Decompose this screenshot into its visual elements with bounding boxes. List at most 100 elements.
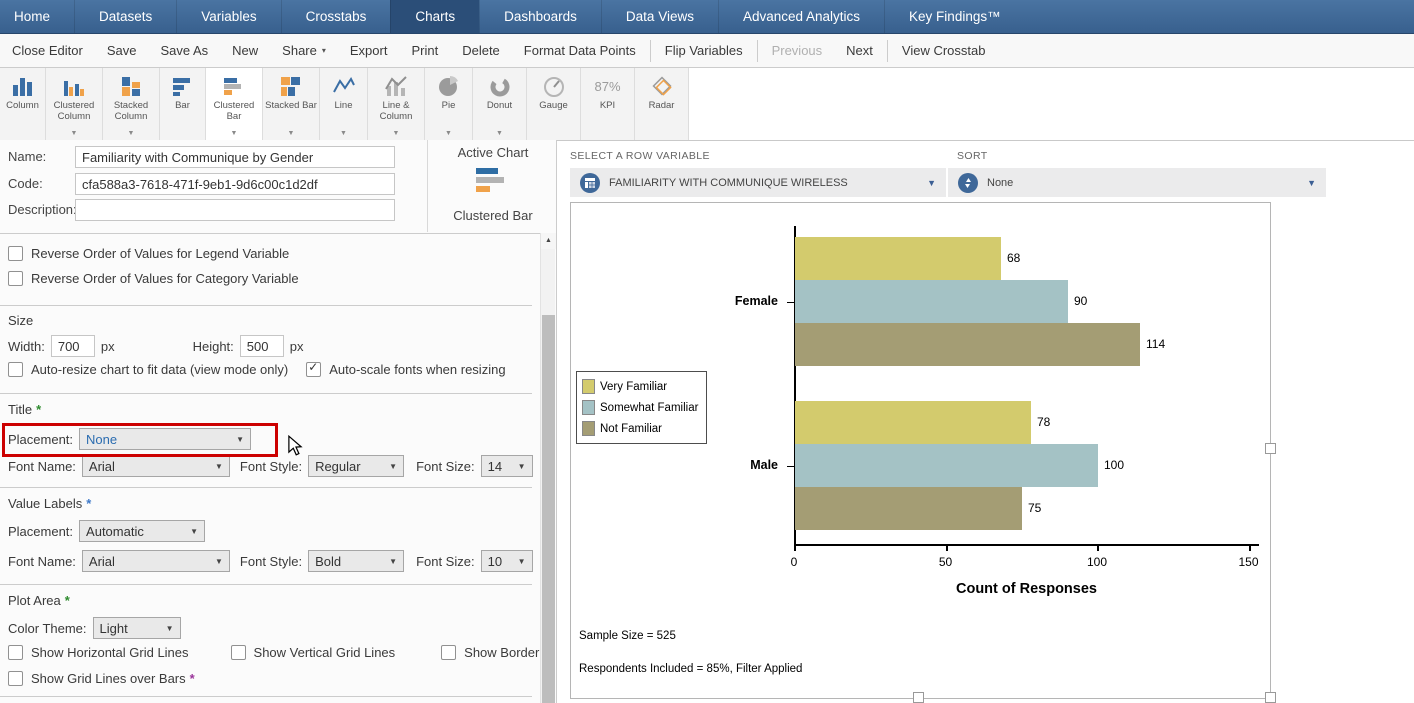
nav-tab-charts[interactable]: Charts [390, 0, 480, 33]
nav-tab-data-views[interactable]: Data Views [600, 0, 718, 33]
width-field[interactable] [50, 335, 95, 357]
show-horizontal-grid-label: Show Horizontal Grid Lines [31, 645, 189, 660]
gauge-chart-type-button[interactable]: Gauge [527, 68, 581, 140]
value-labels-font-row: Font Name: Arial ▼ Font Style: Bold ▼ Fo… [8, 550, 533, 572]
clustered-column-chart-type-button[interactable]: Clustered Column ▼ [46, 68, 103, 140]
chart-identity-form: Name: Code: Description: Active Chart Cl… [0, 140, 557, 234]
options-scrollbar[interactable]: ▲ [540, 233, 556, 703]
pie-chart-type-button[interactable]: Pie ▼ [425, 68, 473, 140]
resize-handle-bottom[interactable] [913, 692, 924, 703]
reverse-category-row: Reverse Order of Values for Category Var… [8, 271, 299, 286]
clustered-bar-chart-type-button[interactable]: Clustered Bar ▼ [206, 68, 263, 140]
menu-separator [886, 39, 888, 62]
auto-scale-fonts-checkbox[interactable] [306, 360, 322, 377]
scrollbar-thumb[interactable] [542, 315, 555, 703]
menu-item-new[interactable]: New [220, 34, 270, 67]
chart-canvas[interactable]: 68 90 114 Female 78 100 75 Male 0 50 100 150 Count o… [570, 202, 1271, 699]
height-unit: px [289, 338, 304, 354]
chart-type-label: Stacked Bar [265, 100, 317, 111]
auto-resize-row: Auto-resize chart to fit data (view mode… [8, 360, 506, 377]
nav-tab-key-findings[interactable]: Key Findings™ [884, 0, 1025, 33]
respondents-note: Respondents Included = 85%, Filter Appli… [579, 663, 803, 675]
line-chart-type-button[interactable]: Line ▼ [320, 68, 368, 140]
vl-font-name-select[interactable]: Arial ▼ [81, 550, 230, 572]
category-label-male: Male [750, 457, 778, 472]
line-column-icon [384, 73, 408, 99]
menu-item-export[interactable]: Export [338, 34, 400, 67]
height-field[interactable] [239, 335, 284, 357]
show-vertical-grid-checkbox[interactable] [230, 645, 246, 660]
menu-item-delete[interactable]: Delete [450, 34, 512, 67]
legend-swatch [582, 421, 595, 436]
menu-item-share[interactable]: Share ▾ [270, 34, 338, 67]
chevron-down-icon: ▼ [496, 130, 503, 137]
clustered-bar-chart: 68 90 114 Female 78 100 75 Male 0 50 100 150 Count o… [571, 203, 1270, 698]
sort-arrows-icon [958, 172, 978, 193]
value-label: 114 [1146, 337, 1166, 351]
nav-tab-datasets[interactable]: Datasets [74, 0, 176, 33]
resize-handle-bottom-right[interactable] [1265, 692, 1276, 703]
sample-size-note: Sample Size = 525 [579, 630, 676, 642]
color-theme-select[interactable]: Light ▼ [92, 617, 181, 639]
show-grid-over-bars-checkbox[interactable] [8, 671, 23, 686]
value-labels-placement-row: Placement: Automatic ▼ [8, 520, 206, 542]
auto-resize-checkbox[interactable] [8, 362, 23, 377]
line-column-chart-type-button[interactable]: Line & Column ▼ [368, 68, 425, 140]
bar-chart-type-button[interactable]: Bar [160, 68, 206, 140]
menu-item-save-as[interactable]: Save As [148, 34, 220, 67]
name-field[interactable] [75, 146, 395, 168]
vl-font-style-select[interactable]: Bold ▼ [308, 550, 405, 572]
size-row: Width: px Height: px [8, 335, 304, 357]
nav-tab-variables[interactable]: Variables [176, 0, 280, 33]
menu-item-close-editor[interactable]: Close Editor [0, 34, 95, 67]
title-font-size-select[interactable]: 14 ▼ [480, 455, 533, 477]
color-theme-label: Color Theme: [8, 620, 87, 636]
donut-chart-type-button[interactable]: Donut ▼ [473, 68, 527, 140]
chart-type-label: Gauge [539, 100, 568, 111]
menu-item-label: Save [106, 43, 137, 58]
chevron-down-icon: ▼ [389, 461, 398, 471]
stacked-column-chart-type-button[interactable]: Stacked Column ▼ [103, 68, 160, 140]
title-font-name-select[interactable]: Arial ▼ [81, 455, 230, 477]
reverse-legend-checkbox[interactable] [8, 246, 23, 261]
menu-item-label: Share [282, 43, 317, 58]
chevron-down-icon: ▾ [321, 46, 326, 55]
sort-dropdown[interactable]: None ▼ [948, 168, 1326, 197]
scroll-up-arrow-icon[interactable]: ▲ [541, 233, 556, 249]
chevron-down-icon: ▼ [392, 130, 400, 137]
row-variable-dropdown[interactable]: FAMILIARITY WITH COMMUNIQUE WIRELESS ▼ [570, 168, 946, 197]
show-horizontal-grid-checkbox[interactable] [8, 645, 23, 660]
menu-item-next[interactable]: Next [834, 34, 885, 67]
width-unit: px [100, 338, 115, 354]
chart-type-label: Column [6, 100, 39, 111]
kpi-chart-type-button[interactable]: 87% KPI [581, 68, 635, 140]
chart-type-label: Pie [441, 100, 456, 111]
menu-item-view-crosstab[interactable]: View Crosstab [890, 34, 998, 67]
size-heading: Size [8, 313, 34, 328]
title-font-style-select[interactable]: Regular ▼ [308, 455, 405, 477]
menu-item-format-data-points[interactable]: Format Data Points [512, 34, 648, 67]
nav-tab-advanced-analytics[interactable]: Advanced Analytics [717, 0, 884, 33]
nav-tab-home[interactable]: Home [0, 0, 74, 33]
nav-tab-crosstabs[interactable]: Crosstabs [280, 0, 391, 33]
bar-female-somewhat-familiar [795, 280, 1068, 323]
name-label: Name: [8, 149, 47, 164]
reverse-category-checkbox[interactable] [8, 271, 23, 286]
description-field[interactable] [75, 199, 395, 221]
value-labels-placement-select[interactable]: Automatic ▼ [79, 520, 206, 542]
show-border-checkbox[interactable] [441, 645, 457, 660]
stacked-bar-chart-type-button[interactable]: Stacked Bar ▼ [263, 68, 320, 140]
bar-female-very-familiar [795, 237, 1001, 280]
menu-item-label: Save As [160, 43, 209, 58]
nav-tab-dashboards[interactable]: Dashboards [479, 0, 601, 33]
menu-item-flip-variables[interactable]: Flip Variables [653, 34, 755, 67]
resize-handle-right[interactable] [1265, 443, 1276, 454]
code-field[interactable] [75, 173, 395, 195]
column-chart-type-button[interactable]: Column [0, 68, 46, 140]
description-label: Description: [8, 202, 77, 217]
menu-item-save[interactable]: Save [95, 34, 149, 67]
radar-chart-type-button[interactable]: Radar [635, 68, 689, 140]
kpi-87-icon: 87% [594, 73, 620, 99]
menu-item-print[interactable]: Print [399, 34, 450, 67]
vl-font-size-select[interactable]: 10 ▼ [480, 550, 533, 572]
